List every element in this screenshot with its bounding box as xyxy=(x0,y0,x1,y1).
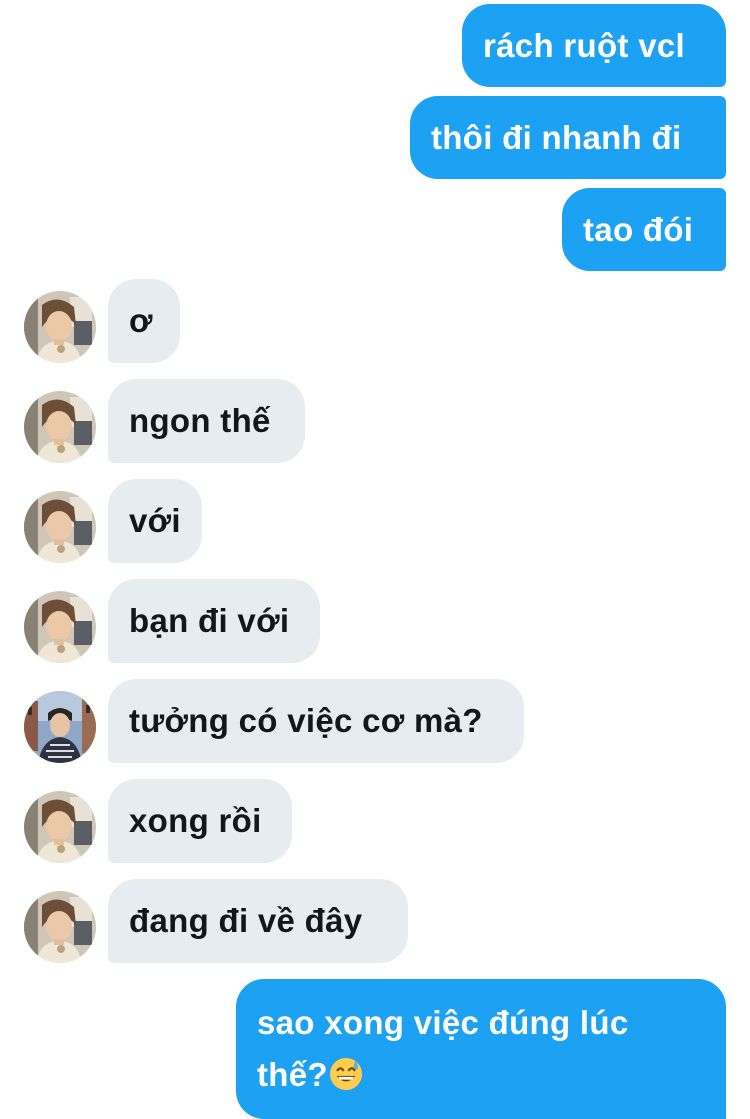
message-bubble-outgoing[interactable]: rách ruột vcl xyxy=(462,4,726,87)
avatar-image xyxy=(24,891,96,963)
contact-avatar[interactable] xyxy=(24,391,96,463)
avatar-image xyxy=(24,391,96,463)
message-bubble-incoming[interactable]: xong rồi xyxy=(108,779,292,863)
contact-avatar[interactable] xyxy=(24,591,96,663)
avatar-image xyxy=(24,491,96,563)
message-bubble-outgoing[interactable]: thôi đi nhanh đi xyxy=(410,96,726,179)
contact-avatar[interactable] xyxy=(24,291,96,363)
avatar-image xyxy=(24,791,96,863)
message-text: thôi đi nhanh đi xyxy=(431,118,682,156)
message-text: bạn đi với xyxy=(129,602,290,639)
contact-avatar[interactable] xyxy=(24,491,96,563)
message-text: đang đi về đây xyxy=(129,902,363,939)
message-bubble-outgoing[interactable]: sao xong việc đúng lúc thế? xyxy=(236,979,726,1119)
avatar-image xyxy=(24,691,96,763)
message-bubble-incoming[interactable]: với xyxy=(108,479,202,563)
grinning-sweat-emoji-icon xyxy=(329,1057,362,1091)
avatar-image xyxy=(24,591,96,663)
contact-avatar[interactable] xyxy=(24,891,96,963)
message-text: ơ xyxy=(129,302,153,339)
message-bubble-incoming[interactable]: bạn đi với xyxy=(108,579,320,663)
message-text: với xyxy=(129,502,181,539)
message-text: xong rồi xyxy=(129,802,262,839)
message-bubble-outgoing[interactable]: tao đói xyxy=(562,188,726,271)
message-text: tưởng có việc cơ mà? xyxy=(129,702,483,739)
avatar-image xyxy=(24,291,96,363)
message-text: ngon thế xyxy=(129,402,271,439)
contact-avatar[interactable] xyxy=(24,791,96,863)
message-text-line-1: sao xong việc đúng lúc xyxy=(257,1004,629,1041)
contact-avatar-alt[interactable] xyxy=(24,691,96,763)
message-text: rách ruột vcl xyxy=(483,26,685,64)
message-bubble-incoming[interactable]: ơ xyxy=(108,279,180,363)
message-text-line-2: thế? xyxy=(257,1049,363,1101)
message-text-line-2-text: thế? xyxy=(257,1056,328,1093)
message-bubble-incoming[interactable]: tưởng có việc cơ mà? xyxy=(108,679,524,763)
conversation-thread: rách ruột vcl thôi đi nhanh đi tao đói ơ xyxy=(0,0,750,1119)
message-bubble-incoming[interactable]: ngon thế xyxy=(108,379,305,463)
message-text: tao đói xyxy=(583,210,694,248)
message-bubble-incoming[interactable]: đang đi về đây xyxy=(108,879,408,963)
